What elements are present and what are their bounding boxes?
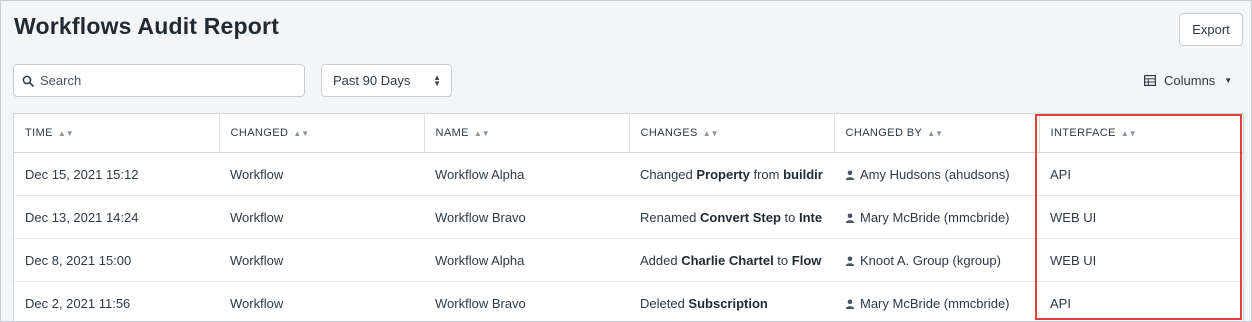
user-icon xyxy=(845,299,855,309)
cell-time: Dec 13, 2021 14:24 xyxy=(14,195,219,239)
column-header-name[interactable]: NAME ▲▼ xyxy=(424,114,630,153)
date-range-select[interactable]: Past 90 Days ▲ ▼ xyxy=(321,64,452,97)
table-header-row: TIME ▲▼ CHANGED ▲▼ NAME ▲▼ CHANGES ▲▼ CHANGE… xyxy=(14,114,1243,153)
changes-target: Inte xyxy=(798,209,823,225)
cell-time: Dec 8, 2021 15:00 xyxy=(14,238,219,282)
changes-text: Deleted xyxy=(640,295,689,311)
chevron-down-icon: ▼ xyxy=(1224,75,1233,85)
cell-changed-by: Mary McBride (mmcbride) xyxy=(834,281,1039,321)
cell-changes: Deleted Subscription xyxy=(629,281,834,321)
column-header-label: TIME xyxy=(25,127,53,139)
table-row[interactable]: Dec 13, 2021 14:24 Workflow Workflow Bra… xyxy=(14,195,1243,239)
cell-interface: API xyxy=(1039,152,1243,196)
user-icon xyxy=(845,213,855,223)
cell-changed: Workflow xyxy=(219,281,424,321)
cell-interface: WEB UI xyxy=(1039,238,1243,282)
cell-changed: Workflow xyxy=(219,238,424,282)
changes-text: to xyxy=(773,252,792,268)
cell-interface: WEB UI xyxy=(1039,195,1243,239)
audit-table: TIME ▲▼ CHANGED ▲▼ NAME ▲▼ CHANGES ▲▼ CHANGE… xyxy=(13,113,1244,321)
report-page: Workflows Audit Report Export Past 90 Da… xyxy=(0,0,1252,322)
export-button[interactable]: Export xyxy=(1179,13,1243,46)
changes-subject: Subscription xyxy=(688,295,768,311)
cell-changes: Renamed Convert Step to Inte xyxy=(629,195,834,239)
column-header-changed[interactable]: CHANGED ▲▼ xyxy=(219,114,425,153)
sort-icon: ▲▼ xyxy=(702,129,719,138)
page-title: Workflows Audit Report xyxy=(14,13,280,39)
cell-changes: Changed Property from buildir xyxy=(629,152,834,196)
search-box[interactable] xyxy=(13,64,305,97)
cell-name: Workflow Alpha xyxy=(424,238,629,282)
changes-target: buildir xyxy=(783,166,823,182)
column-header-label: CHANGES xyxy=(640,127,698,139)
column-header-time[interactable]: TIME ▲▼ xyxy=(14,114,220,153)
changed-by-name: Amy Hudsons (ahudsons) xyxy=(860,166,1010,182)
date-range-value: Past 90 Days xyxy=(333,73,411,88)
changes-subject: Convert Step xyxy=(699,209,781,225)
table-row[interactable]: Dec 2, 2021 11:56 Workflow Workflow Brav… xyxy=(14,281,1243,321)
table-row[interactable]: Dec 15, 2021 15:12 Workflow Workflow Alp… xyxy=(14,152,1243,196)
table-columns-icon xyxy=(1144,74,1156,86)
user-icon xyxy=(845,170,855,180)
search-input[interactable] xyxy=(40,73,280,88)
column-header-changed-by[interactable]: CHANGED BY ▲▼ xyxy=(834,114,1040,153)
sort-icon: ▲▼ xyxy=(293,129,310,138)
column-header-interface[interactable]: INTERFACE ▲▼ xyxy=(1039,114,1243,153)
table-row[interactable]: Dec 8, 2021 15:00 Workflow Workflow Alph… xyxy=(14,238,1243,282)
column-header-label: INTERFACE xyxy=(1050,127,1116,139)
sort-icon: ▲▼ xyxy=(927,129,944,138)
cell-interface: API xyxy=(1039,281,1243,321)
column-header-changes[interactable]: CHANGES ▲▼ xyxy=(629,114,835,153)
cell-name: Workflow Alpha xyxy=(424,152,629,196)
cell-time: Dec 15, 2021 15:12 xyxy=(14,152,219,196)
cell-changed-by: Knoot A. Group (kgroup) xyxy=(834,238,1039,282)
cell-name: Workflow Bravo xyxy=(424,281,629,321)
cell-changed: Workflow xyxy=(219,195,424,239)
sort-icon: ▲▼ xyxy=(57,129,74,138)
sort-icon: ▲▼ xyxy=(473,129,490,138)
cell-changed: Workflow xyxy=(219,152,424,196)
changes-subject: Property xyxy=(696,166,750,182)
columns-dropdown[interactable]: Columns ▼ xyxy=(1144,71,1232,89)
changes-text: Changed xyxy=(640,166,697,182)
search-icon xyxy=(22,75,34,87)
cell-changed-by: Mary McBride (mmcbride) xyxy=(834,195,1039,239)
changes-text: to xyxy=(780,209,799,225)
column-header-label: CHANGED xyxy=(230,127,289,139)
changes-text: from xyxy=(749,166,784,182)
columns-label: Columns xyxy=(1164,72,1216,88)
changes-target: Flow xyxy=(791,252,822,268)
cell-time: Dec 2, 2021 11:56 xyxy=(14,281,219,321)
column-header-label: NAME xyxy=(435,127,469,139)
select-caret-icon: ▲ ▼ xyxy=(433,73,441,88)
cell-changed-by: Amy Hudsons (ahudsons) xyxy=(834,152,1039,196)
sort-icon: ▲▼ xyxy=(1120,129,1137,138)
changes-text: Added xyxy=(640,252,682,268)
changed-by-name: Mary McBride (mmcbride) xyxy=(860,209,1010,225)
changed-by-name: Mary McBride (mmcbride) xyxy=(860,295,1010,311)
changes-text: Renamed xyxy=(640,209,700,225)
changed-by-name: Knoot A. Group (kgroup) xyxy=(860,252,1001,268)
user-icon xyxy=(845,256,855,266)
cell-changes: Added Charlie Chartel to Flow xyxy=(629,238,834,282)
cell-name: Workflow Bravo xyxy=(424,195,629,239)
changes-subject: Charlie Chartel xyxy=(681,252,774,268)
column-header-label: CHANGED BY xyxy=(845,127,923,139)
